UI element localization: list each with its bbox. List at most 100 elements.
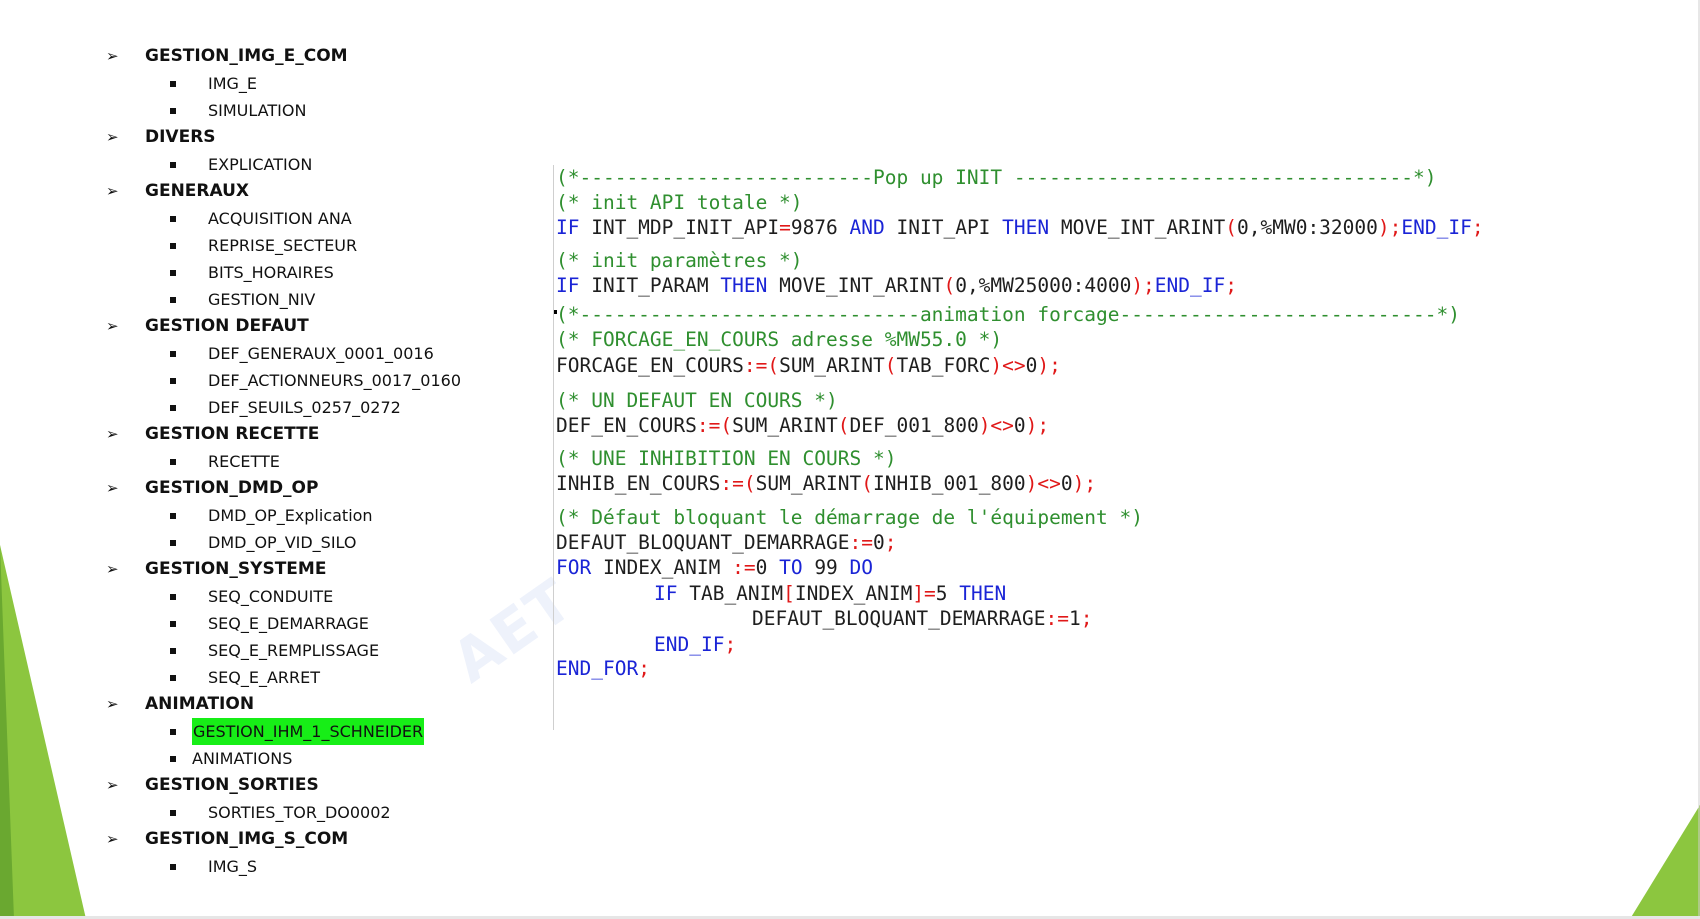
outline-section: ➢ ANIMATION bbox=[106, 691, 576, 718]
code-line: DEFAUT_BLOQUANT_DEMARRAGE:=0; bbox=[556, 530, 896, 556]
code-token: ; bbox=[638, 657, 650, 680]
square-bullet-icon bbox=[170, 648, 176, 654]
code-token: INHIB_EN_COURS bbox=[556, 472, 721, 495]
code-line: DEFAUT_BLOQUANT_DEMARRAGE:=1; bbox=[752, 606, 1092, 632]
outline-item: SORTIES_TOR_DO0002 bbox=[106, 799, 576, 826]
code-token: FOR bbox=[556, 556, 592, 579]
code-token: (* init paramètres *) bbox=[556, 249, 803, 272]
code-line: (* Défaut bloquant le démarrage de l'équ… bbox=[556, 505, 1143, 531]
code-token: ); bbox=[1072, 472, 1097, 495]
text-cursor bbox=[554, 310, 557, 314]
code-token: SUM_ARINT bbox=[779, 354, 885, 377]
code-token: [ bbox=[783, 582, 795, 605]
outline-section: ➢ GENERAUX bbox=[106, 178, 576, 205]
square-bullet-icon bbox=[170, 540, 176, 546]
code-token: MOVE_INT_ARINT bbox=[767, 274, 944, 297]
square-bullet-icon bbox=[170, 81, 176, 87]
outline-item: EXPLICATION bbox=[106, 151, 576, 178]
code-token: INDEX_ANIM bbox=[794, 582, 913, 605]
code-token: (* init API totale *) bbox=[556, 191, 803, 214]
code-token: 0 bbox=[1025, 354, 1038, 377]
code-token: 1 bbox=[1068, 607, 1081, 630]
code-token: ( bbox=[1225, 216, 1237, 239]
arrow-bullet-icon: ➢ bbox=[106, 128, 119, 146]
code-token: (* Défaut bloquant le démarrage de l'équ… bbox=[556, 506, 1143, 529]
arrow-bullet-icon: ➢ bbox=[106, 695, 119, 713]
code-token: SUM_ARINT bbox=[755, 472, 862, 495]
outline-item: BITS_HORAIRES bbox=[106, 259, 576, 286]
code-token: IF bbox=[556, 216, 580, 239]
code-token: ( bbox=[884, 354, 897, 377]
code-token: (* FORCAGE_EN_COURS adresse %MW55.0 *) bbox=[556, 328, 1003, 351]
code-token: INIT_API bbox=[884, 216, 1003, 239]
square-bullet-icon bbox=[170, 675, 176, 681]
arrow-bullet-icon: ➢ bbox=[106, 425, 119, 443]
outline-item: SEQ_CONDUITE bbox=[106, 583, 576, 610]
code-token: 0 bbox=[872, 531, 885, 554]
outline-item: DEF_SEUILS_0257_0272 bbox=[106, 394, 576, 421]
outline-item: RECETTE bbox=[106, 448, 576, 475]
outline-item: DEF_GENERAUX_0001_0016 bbox=[106, 340, 576, 367]
code-token: )<> bbox=[1025, 472, 1061, 495]
code-token: ( bbox=[943, 274, 956, 297]
code-token: 0,%MW25000:4000 bbox=[955, 274, 1132, 297]
outline-item: SIMULATION bbox=[106, 97, 576, 124]
highlighted-item-label: GESTION_IHM_1_SCHNEIDER bbox=[192, 718, 425, 745]
item-label: DEF_SEUILS_0257_0272 bbox=[208, 398, 401, 417]
code-token: DEF_001_800 bbox=[849, 414, 979, 437]
arrow-bullet-icon: ➢ bbox=[106, 560, 119, 578]
square-bullet-icon bbox=[170, 351, 176, 357]
square-bullet-icon bbox=[170, 513, 176, 519]
code-token: :=( bbox=[743, 354, 780, 377]
code-token: IF bbox=[556, 274, 580, 297]
code-token: THEN bbox=[959, 582, 1007, 605]
item-label: REPRISE_SECTEUR bbox=[208, 236, 358, 255]
code-token: ; bbox=[1225, 274, 1237, 297]
section-title: GESTION_DMD_OP bbox=[145, 478, 319, 498]
code-token: DEFAUT_BLOQUANT_DEMARRAGE bbox=[556, 531, 850, 554]
outline-section: ➢ GESTION_IMG_S_COM bbox=[106, 826, 576, 853]
square-bullet-icon bbox=[170, 216, 176, 222]
section-title: DIVERS bbox=[145, 127, 216, 147]
square-bullet-icon bbox=[170, 810, 176, 816]
outline-item: IMG_S bbox=[106, 853, 576, 880]
code-token: ( bbox=[837, 414, 850, 437]
code-token: AND bbox=[849, 216, 885, 239]
section-title: GESTION DEFAUT bbox=[145, 316, 309, 336]
code-line: (*-------------------------Pop up INIT -… bbox=[556, 165, 1437, 191]
code-token: DEFAUT_BLOQUANT_DEMARRAGE bbox=[752, 607, 1046, 630]
code-token: := bbox=[732, 556, 756, 579]
item-label: DEF_GENERAUX_0001_0016 bbox=[208, 344, 434, 363]
item-label: SEQ_CONDUITE bbox=[208, 587, 334, 606]
code-token: THEN bbox=[1002, 216, 1050, 239]
section-title: GESTION_IMG_S_COM bbox=[145, 829, 349, 849]
item-label: ACQUISITION ANA bbox=[208, 209, 352, 228]
square-bullet-icon bbox=[170, 729, 176, 735]
outline-section: ➢ GESTION_DMD_OP bbox=[106, 475, 576, 502]
outline-item: SEQ_E_REMPLISSAGE bbox=[106, 637, 576, 664]
left-green-triangle bbox=[0, 545, 86, 919]
outline-item: GESTION_IHM_1_SCHNEIDER bbox=[106, 718, 576, 745]
code-token: ( bbox=[861, 472, 874, 495]
arrow-bullet-icon: ➢ bbox=[106, 47, 119, 65]
code-snippet: (*-------------------------Pop up INIT -… bbox=[553, 165, 1604, 730]
code-token: ]= bbox=[912, 582, 936, 605]
section-title: GESTION_IMG_E_COM bbox=[145, 46, 348, 66]
outline-item: GESTION_NIV bbox=[106, 286, 576, 313]
item-label: SEQ_E_ARRET bbox=[208, 668, 321, 687]
code-token: INT_MDP_INIT_API bbox=[579, 216, 780, 239]
code-line: (*-----------------------------animation… bbox=[556, 302, 1460, 328]
outline-section: ➢ GESTION_SORTIES bbox=[106, 772, 576, 799]
arrow-bullet-icon: ➢ bbox=[106, 479, 119, 497]
item-label: DEF_ACTIONNEURS_0017_0160 bbox=[208, 371, 462, 390]
code-token: :=( bbox=[720, 472, 756, 495]
code-token: INDEX_ANIM bbox=[591, 556, 733, 579]
arrow-bullet-icon: ➢ bbox=[106, 776, 119, 794]
code-token: ); bbox=[1037, 354, 1061, 377]
item-label: DMD_OP_VID_SILO bbox=[208, 533, 357, 552]
code-token: INHIB_001_800 bbox=[873, 472, 1026, 495]
item-label: SIMULATION bbox=[208, 101, 307, 120]
code-token: THEN bbox=[720, 274, 768, 297]
outline-item: ACQUISITION ANA bbox=[106, 205, 576, 232]
code-token: = bbox=[779, 216, 791, 239]
